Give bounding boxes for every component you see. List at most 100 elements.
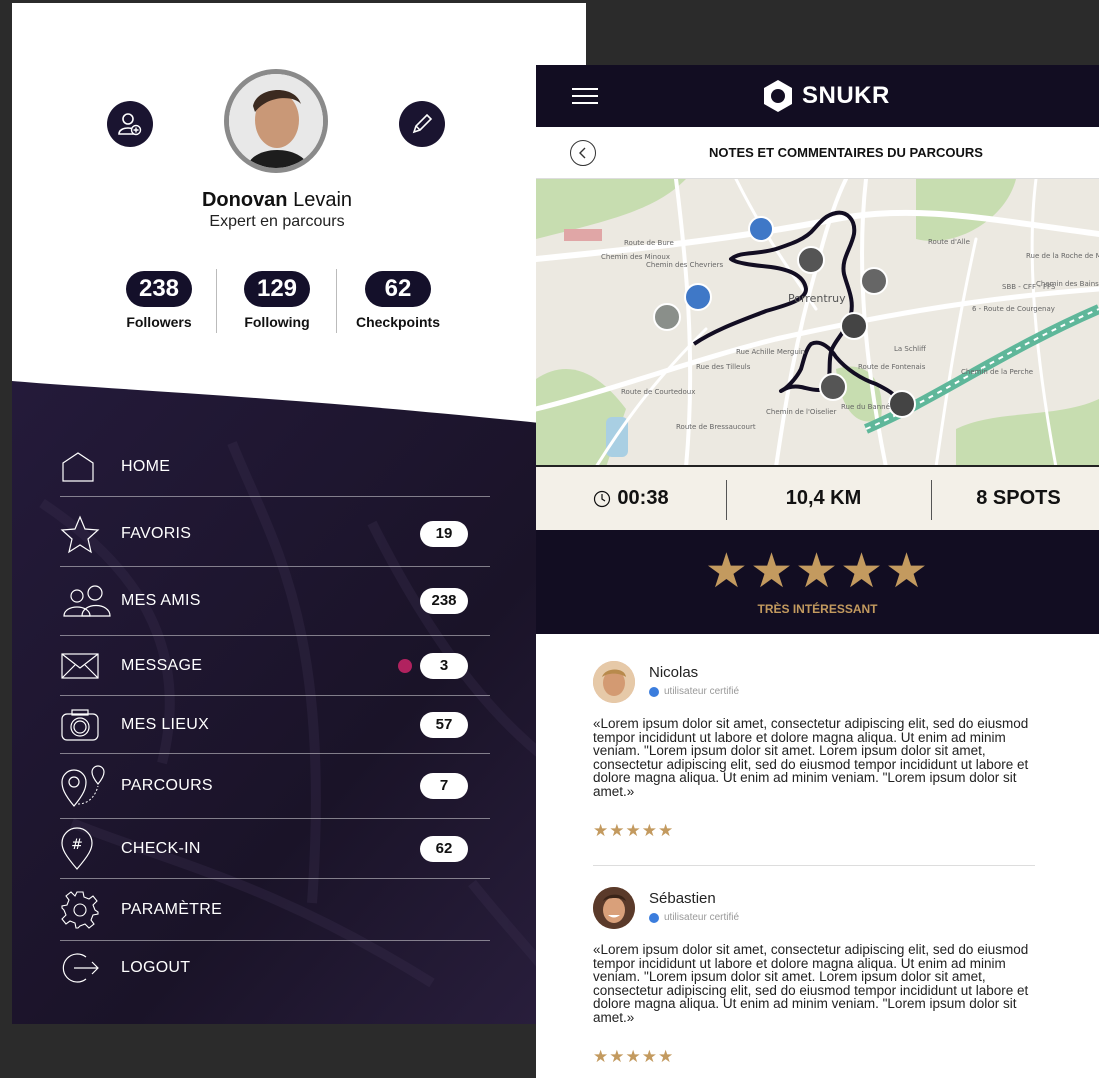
map-canvas: Porrentruy Route de Bure Chemin des Mino…	[536, 179, 1099, 465]
map-label: Rue de la Roche de Mai	[1026, 252, 1099, 260]
star-icon	[60, 512, 114, 556]
followers-stat[interactable]: 238 Followers	[99, 271, 219, 330]
svg-text:#: #	[71, 837, 83, 853]
route-pins-icon	[60, 764, 114, 808]
commenter-avatar[interactable]	[593, 887, 635, 929]
map-label: Rue du Banné	[841, 403, 890, 411]
map-label: Rue des Tilleuls	[696, 363, 751, 371]
map-label: Route d'Alle	[928, 238, 970, 246]
page-header: NOTES ET COMMENTAIRES DU PARCOURS	[536, 127, 1099, 179]
followers-count: 238	[126, 271, 192, 307]
checkpoints-stat[interactable]: 62 Checkpoints	[338, 271, 458, 330]
menu-label: PARAMÈTRE	[121, 900, 223, 918]
menu-item-parametre[interactable]: PARAMÈTRE	[60, 879, 490, 941]
menu-item-mes-lieux[interactable]: MES LIEUX 57	[60, 696, 490, 754]
checkpoints-count: 62	[365, 271, 431, 307]
envelope-icon	[60, 644, 114, 688]
count-badge: 7	[420, 773, 468, 799]
stat-divider	[336, 269, 337, 333]
menu-item-mes-amis[interactable]: MES AMIS 238	[60, 567, 490, 636]
app-header: SNUKR	[536, 65, 1099, 127]
menu-item-check-in[interactable]: # CHECK-IN 62	[60, 819, 490, 879]
menu-item-message[interactable]: MESSAGE 3	[60, 636, 490, 696]
rating-label: TRÈS INTÉRESSANT	[757, 602, 878, 616]
following-count: 129	[244, 271, 310, 307]
profile-role: Expert en parcours	[209, 213, 345, 230]
menu-label: FAVORIS	[121, 524, 192, 542]
add-friend-button[interactable]	[107, 101, 153, 147]
certified-label: utilisateur certifié	[664, 686, 740, 697]
menu-item-favoris[interactable]: FAVORIS 19	[60, 501, 490, 567]
comment-stars: ★★★★★	[593, 821, 675, 840]
certified-badge: utilisateur certifié	[649, 686, 739, 697]
map-label: Chemin des Chevriers	[646, 261, 723, 269]
friends-icon	[60, 579, 114, 623]
count-badge: 57	[420, 711, 468, 738]
comment-divider	[593, 865, 1035, 866]
check-badge-icon	[649, 686, 659, 697]
rating-stars[interactable]: ★★★★★	[536, 548, 1099, 596]
profile-name: Donovan Levain	[201, 189, 353, 211]
edit-profile-button[interactable]	[399, 101, 445, 147]
menu-label: HOME	[121, 457, 171, 475]
gear-icon	[60, 888, 114, 932]
map-label: Chemin de l'Oiselier	[766, 408, 837, 416]
hashtag-pin-icon: #	[60, 826, 114, 871]
page-title: NOTES ET COMMENTAIRES DU PARCOURS	[709, 145, 983, 160]
stat-divider	[726, 480, 727, 520]
menu-label: PARCOURS	[121, 777, 213, 794]
map-label: Chemin de la Perche	[961, 368, 1033, 376]
map-label: Chemin des Minoux	[601, 253, 670, 261]
map-label-porrentruy: Porrentruy	[788, 292, 846, 305]
map-label: Route de Fontenais	[858, 363, 926, 371]
unread-dot	[398, 658, 412, 673]
commenter-name: Sébastien	[649, 890, 716, 907]
commenter-name: Nicolas	[649, 664, 699, 681]
profile-menu-panel: Donovan Levain Expert en parcours 238 Fo…	[12, 3, 586, 1024]
map-label: Rue Achille Merguin	[736, 348, 805, 356]
count-badge: 238	[420, 588, 468, 614]
home-icon	[60, 445, 114, 489]
menu-item-home[interactable]: HOME	[60, 437, 490, 497]
brand-name: SNUKR	[802, 82, 890, 109]
chevron-left-icon	[579, 147, 586, 159]
back-button[interactable]	[570, 140, 596, 166]
map-label: La Schliff	[894, 345, 926, 353]
rating-summary: ★★★★★ TRÈS INTÉRESSANT	[536, 530, 1099, 634]
pencil-icon	[412, 113, 433, 134]
check-badge-icon	[649, 912, 659, 923]
avatar-photo	[593, 661, 635, 703]
menu-item-logout[interactable]: LOGOUT	[60, 941, 490, 995]
avatar-photo	[593, 887, 635, 929]
map-label: Route de Bure	[624, 239, 674, 247]
following-stat[interactable]: 129 Following	[217, 271, 337, 330]
menu-label: LOGOUT	[121, 959, 191, 976]
certified-label: utilisateur certifié	[664, 912, 740, 923]
followers-label: Followers	[126, 314, 192, 330]
hamburger-menu-icon[interactable]	[572, 88, 598, 106]
route-reviews-screen: SNUKR NOTES ET COMMENTAIRES DU PARCOURS	[536, 65, 1099, 1078]
menu-label: MES AMIS	[121, 592, 201, 609]
stat-divider	[931, 480, 932, 520]
duration-stat: 00:38	[576, 467, 686, 530]
comment-text: «Lorem ipsum dolor sit amet, consectetur…	[593, 716, 1029, 799]
count-badge: 19	[420, 520, 468, 547]
add-user-icon	[118, 113, 142, 136]
map-label: Chemin des Bains	[1036, 280, 1099, 288]
route-map[interactable]: Porrentruy Route de Bure Chemin des Mino…	[536, 179, 1099, 467]
comment-stars: ★★★★★	[593, 1047, 675, 1066]
menu-label: MES LIEUX	[121, 715, 210, 733]
commenter-avatar[interactable]	[593, 661, 635, 703]
menu-label: CHECK-IN	[121, 839, 201, 857]
distance-stat: 10,4 KM	[785, 487, 862, 509]
count-badge: 62	[420, 835, 468, 862]
camera-icon	[60, 703, 114, 747]
profile-photo	[229, 74, 323, 168]
certified-badge: utilisateur certifié	[649, 912, 739, 923]
spots-stat: 8 SPOTS	[976, 487, 1061, 509]
menu-item-parcours[interactable]: PARCOURS 7	[60, 754, 490, 819]
logout-icon	[60, 946, 114, 990]
duration-value: 00:38	[617, 487, 669, 509]
avatar[interactable]	[224, 69, 328, 173]
comment-text: «Lorem ipsum dolor sit amet, consectetur…	[593, 942, 1029, 1025]
